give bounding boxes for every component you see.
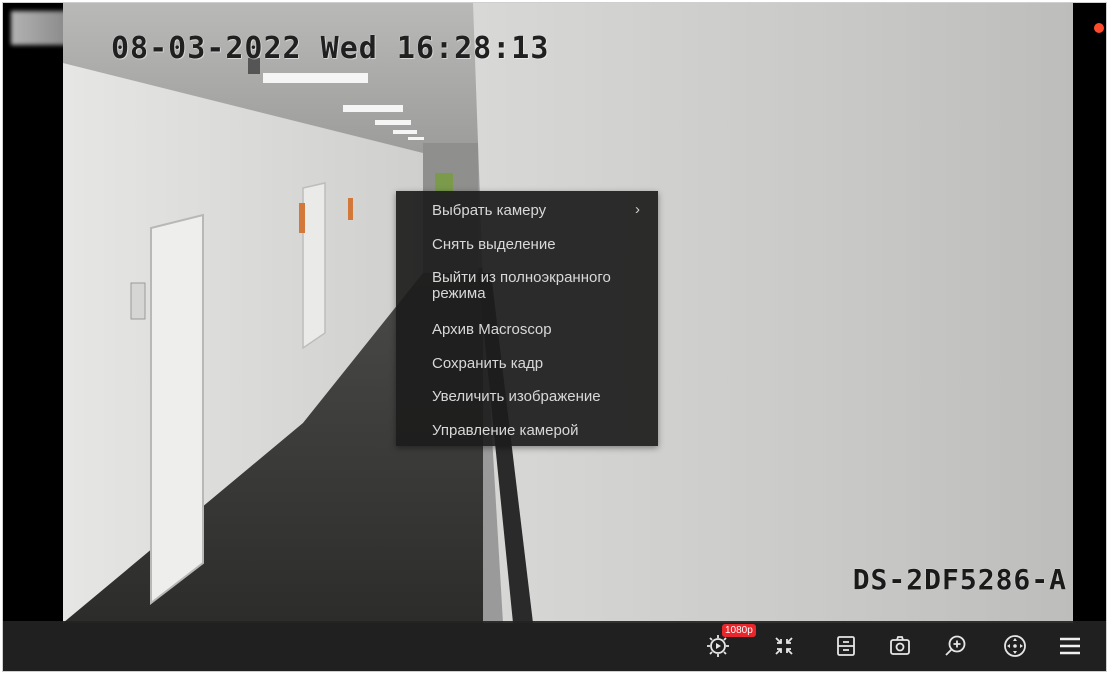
submenu-arrow-icon: › (635, 201, 640, 218)
bottom-toolbar: 1080p (3, 621, 1106, 671)
archive-button[interactable] (831, 631, 861, 661)
context-menu: Выбрать камеру › Снять выделение Выйти и… (396, 191, 658, 446)
exit-fullscreen-icon (775, 637, 793, 655)
main-menu-button[interactable] (1055, 631, 1085, 661)
archive-icon (837, 636, 855, 656)
video-frame: 08-03-2022 Wed 16:28:13 DS-2DF5286-A Выб… (2, 2, 1107, 672)
exit-fullscreen-button[interactable] (769, 631, 799, 661)
menu-item-macroscop-archive[interactable]: Архив Macroscop (432, 322, 552, 338)
ptz-control-button[interactable] (1000, 631, 1030, 661)
menu-item-zoom-image[interactable]: Увеличить изображение (432, 389, 601, 405)
zoom-in-icon (945, 635, 966, 656)
quality-badge: 1080p (722, 624, 756, 637)
menu-item-select-camera[interactable]: Выбрать камеру (432, 203, 546, 219)
ptz-icon (1004, 635, 1026, 657)
osd-timestamp: 08-03-2022 Wed 16:28:13 (111, 31, 550, 66)
menu-icon (1060, 637, 1080, 655)
menu-item-save-frame[interactable]: Сохранить кадр (432, 356, 543, 372)
menu-item-camera-control[interactable]: Управление камерой (432, 423, 579, 439)
menu-item-exit-fullscreen[interactable]: Выйти из полноэкранного режима (432, 270, 647, 302)
snapshot-icon (890, 636, 910, 655)
osd-camera-model: DS-2DF5286-A (852, 563, 1067, 596)
menu-item-clear-selection[interactable]: Снять выделение (432, 237, 556, 253)
snapshot-button[interactable] (885, 631, 915, 661)
recording-indicator (1094, 23, 1104, 33)
zoom-in-button[interactable] (941, 631, 971, 661)
